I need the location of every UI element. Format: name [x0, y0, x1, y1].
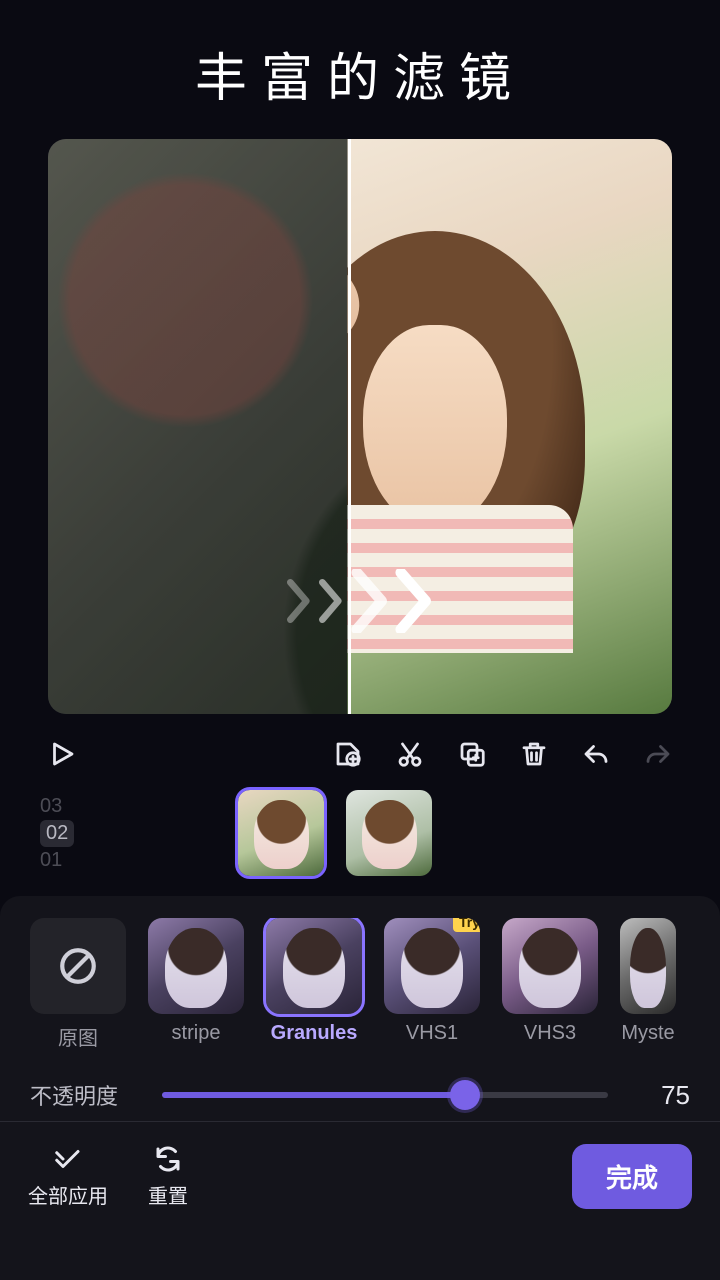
filters-panel: 原图 stripe Granules Try VHS1 VHS3: [0, 896, 720, 1280]
filter-label: 原图: [58, 1022, 98, 1051]
clip-thumbnail[interactable]: [238, 790, 324, 876]
add-tag-button[interactable]: [326, 732, 370, 776]
filter-label: Granules: [271, 1022, 358, 1045]
clip-thumbnail[interactable]: [346, 790, 432, 876]
filter-myste[interactable]: Myste: [618, 918, 678, 1045]
try-badge: Try: [453, 918, 480, 932]
layer-indicator: 03 02 01: [40, 795, 74, 872]
apply-all-label: 全部应用: [28, 1180, 108, 1209]
filter-label: Myste: [621, 1022, 674, 1045]
copy-button[interactable]: [450, 732, 494, 776]
no-filter-icon: [30, 918, 126, 1014]
reset-button[interactable]: 重置: [148, 1144, 188, 1209]
delete-button[interactable]: [512, 732, 556, 776]
filter-stripe[interactable]: stripe: [146, 918, 246, 1045]
undo-button[interactable]: [574, 732, 618, 776]
done-button[interactable]: 完成: [572, 1144, 692, 1209]
reset-label: 重置: [148, 1180, 188, 1209]
apply-all-button[interactable]: 全部应用: [28, 1144, 108, 1209]
opacity-slider[interactable]: [162, 1081, 608, 1109]
filter-vhs3[interactable]: VHS3: [500, 918, 600, 1045]
filter-strip[interactable]: 原图 stripe Granules Try VHS1 VHS3: [0, 918, 720, 1051]
opacity-label: 不透明度: [30, 1079, 140, 1111]
filter-label: VHS1: [406, 1022, 458, 1045]
page-headline: 丰富的滤镜: [0, 36, 720, 111]
filter-granules[interactable]: Granules: [264, 918, 364, 1045]
layer-active[interactable]: 02: [40, 820, 74, 847]
filter-vhs1[interactable]: Try VHS1: [382, 918, 482, 1045]
cut-button[interactable]: [388, 732, 432, 776]
filter-label: VHS3: [524, 1022, 576, 1045]
play-button[interactable]: [40, 732, 84, 776]
layer-above: 03: [40, 795, 74, 818]
filter-none[interactable]: 原图: [28, 918, 128, 1051]
opacity-value: 75: [630, 1080, 690, 1111]
layer-below: 01: [40, 849, 74, 872]
preview-compare[interactable]: [48, 139, 672, 714]
redo-button[interactable]: [636, 732, 680, 776]
filter-label: stripe: [172, 1022, 221, 1045]
swipe-chevrons-icon: [285, 569, 437, 638]
